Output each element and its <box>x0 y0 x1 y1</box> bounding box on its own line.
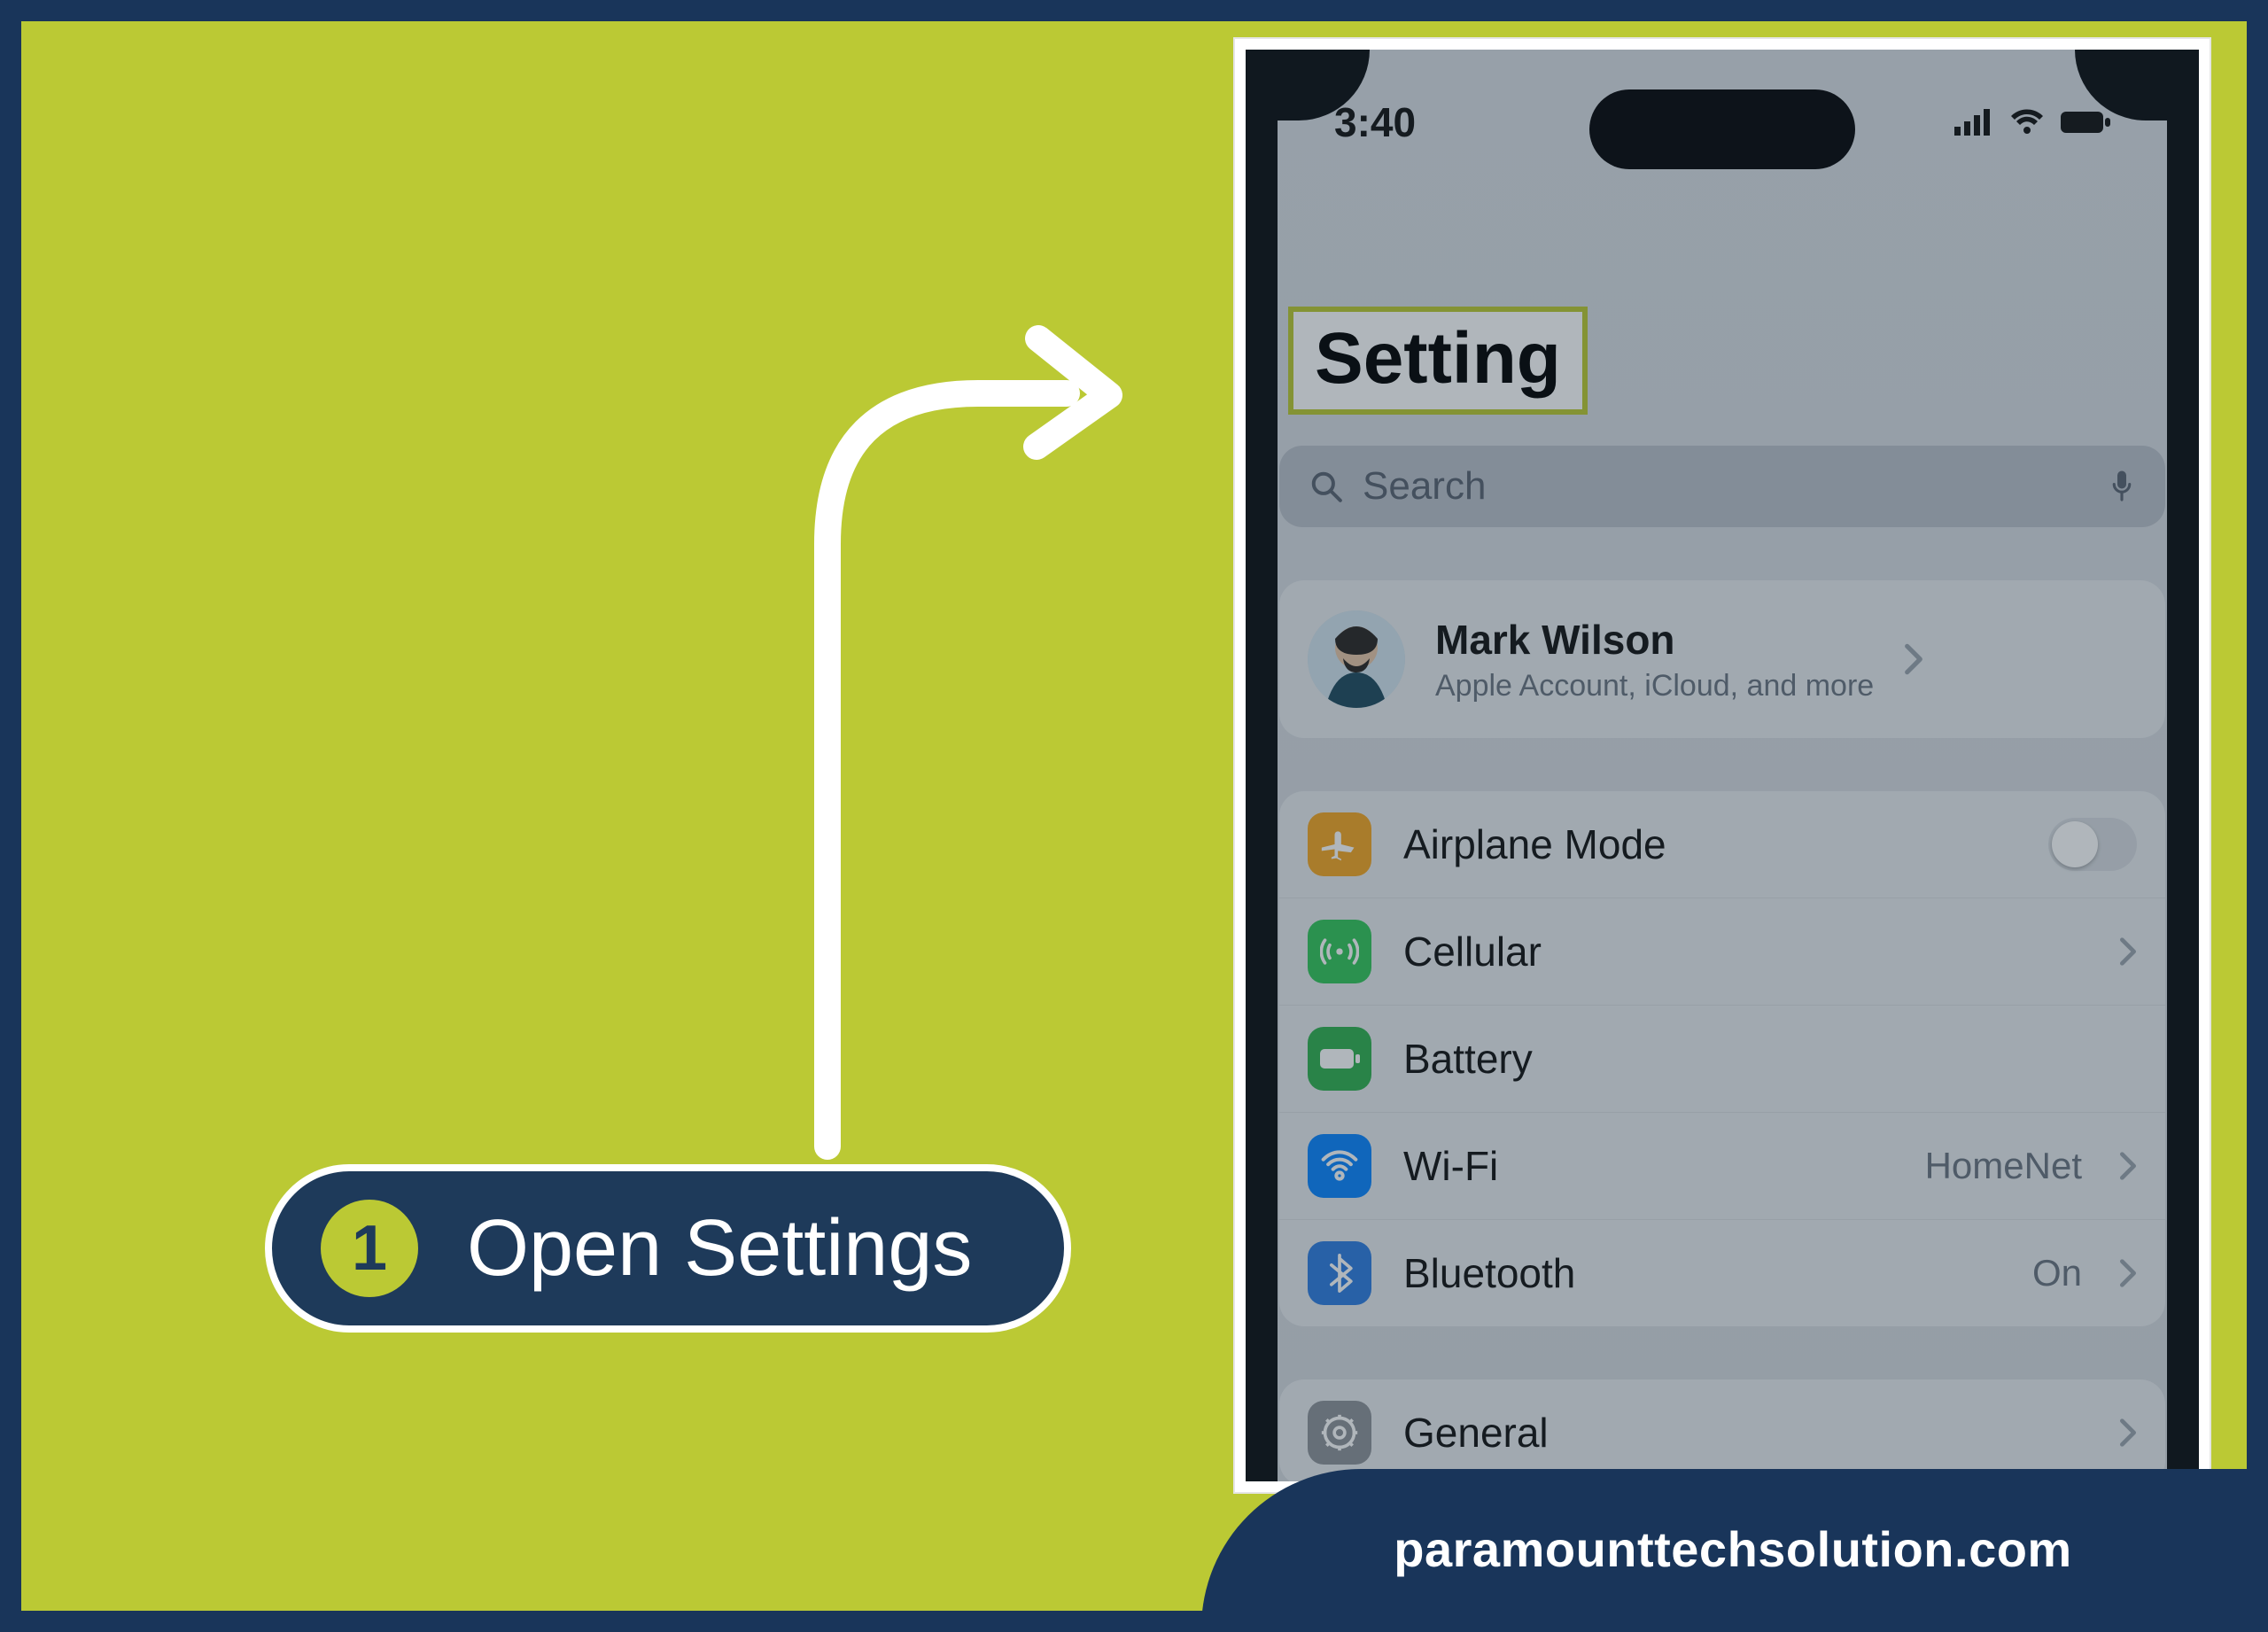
settings-row[interactable]: Wi-Fi HomeNet <box>1279 1112 2165 1219</box>
row-value: On <box>2032 1252 2087 1294</box>
phone-screenshot-container: 3:40 Setting Search <box>1235 39 2210 1492</box>
cellular-icon <box>1308 920 1371 983</box>
footer-ribbon: paramounttechsolution.com <box>1201 1469 2264 1628</box>
page-title-highlight: Setting <box>1288 307 1588 415</box>
mic-icon[interactable] <box>2109 469 2135 504</box>
settings-group-connectivity: Airplane Mode Cellular Battery Wi-Fi HomeNet… <box>1279 791 2165 1326</box>
row-label: Airplane Mode <box>1403 820 2016 868</box>
chevron-right-icon <box>2119 1151 2137 1181</box>
airplane-icon <box>1308 812 1371 876</box>
row-label: Battery <box>1403 1035 2137 1083</box>
status-bar: 3:40 <box>1246 98 2199 146</box>
profile-subtitle: Apple Account, iCloud, and more <box>1435 669 1874 703</box>
arrow-icon <box>774 314 1146 1164</box>
settings-row[interactable]: General <box>1279 1379 2165 1481</box>
wifi-icon <box>1308 1134 1371 1198</box>
settings-row[interactable]: Battery <box>1279 1005 2165 1112</box>
toggle-switch[interactable] <box>2048 818 2137 871</box>
row-label: General <box>1403 1409 2087 1457</box>
page-title: Setting <box>1315 318 1561 399</box>
settings-row[interactable]: Airplane Mode <box>1279 791 2165 898</box>
row-label: Cellular <box>1403 928 2087 975</box>
gear-icon <box>1308 1401 1371 1465</box>
bluetooth-icon <box>1308 1241 1371 1305</box>
settings-group-general: General <box>1279 1379 2165 1481</box>
avatar <box>1308 610 1405 708</box>
chevron-right-icon <box>2119 1418 2137 1448</box>
search-icon <box>1309 470 1343 503</box>
settings-row[interactable]: Bluetooth On <box>1279 1219 2165 1326</box>
infographic-frame: 1 Open Settings 3:40 Setting <box>0 0 2268 1632</box>
status-icons <box>1954 98 2110 146</box>
step-number: 1 <box>352 1212 387 1285</box>
step-label: Open Settings <box>467 1203 972 1294</box>
chevron-right-icon <box>2119 1258 2137 1288</box>
profile-row[interactable]: Mark Wilson Apple Account, iCloud, and m… <box>1279 580 2165 738</box>
profile-card: Mark Wilson Apple Account, iCloud, and m… <box>1279 580 2165 738</box>
settings-screen: Setting Search <box>1279 191 2165 1481</box>
step-number-badge: 1 <box>321 1200 418 1297</box>
row-label: Wi-Fi <box>1403 1142 1893 1190</box>
phone-screen: 3:40 Setting Search <box>1246 50 2199 1481</box>
phone-bezel <box>2167 50 2199 1481</box>
status-time: 3:40 <box>1334 98 1416 146</box>
chevron-right-icon <box>1904 642 1923 676</box>
search-placeholder: Search <box>1363 464 2089 509</box>
step-pill: 1 Open Settings <box>265 1164 1071 1333</box>
row-value: HomeNet <box>1925 1145 2087 1187</box>
footer-text: paramounttechsolution.com <box>1394 1520 2071 1578</box>
profile-text: Mark Wilson Apple Account, iCloud, and m… <box>1435 616 1874 703</box>
settings-row[interactable]: Cellular <box>1279 898 2165 1005</box>
phone-bezel <box>1246 50 1278 1481</box>
cellular-signal-icon <box>1954 109 1993 136</box>
wifi-status-icon <box>2009 109 2045 136</box>
chevron-right-icon <box>2119 936 2137 967</box>
battery-status-icon <box>2061 110 2110 135</box>
row-label: Bluetooth <box>1403 1249 2000 1297</box>
search-field[interactable]: Search <box>1279 446 2165 527</box>
profile-name: Mark Wilson <box>1435 616 1874 664</box>
battery-icon <box>1308 1027 1371 1091</box>
